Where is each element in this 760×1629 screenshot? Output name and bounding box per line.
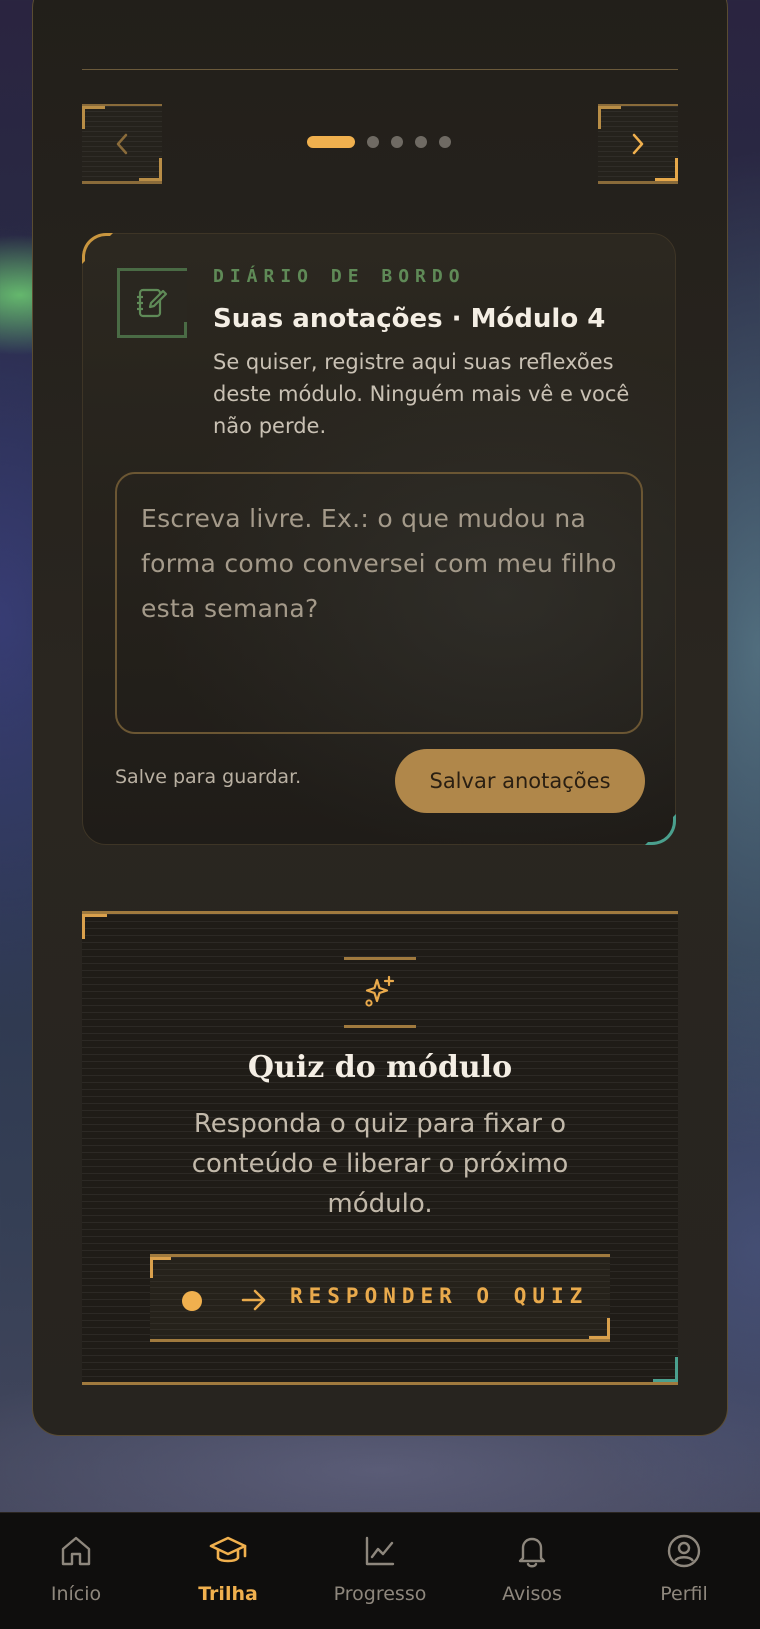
answer-quiz-button[interactable]: RESPONDER O QUIZ: [150, 1254, 610, 1342]
pagination-dot-active[interactable]: [307, 136, 355, 148]
chevron-left-icon: [82, 106, 162, 181]
sparkles-icon: [362, 974, 398, 1014]
carousel-prev-button[interactable]: [82, 104, 162, 184]
carousel-next-button[interactable]: [598, 104, 678, 184]
user-circle-icon: [666, 1531, 702, 1571]
bottom-navigation: Início Trilha Progresso Avisos Perfil: [0, 1512, 760, 1629]
quiz-card: Quiz do módulo Responda o quiz para fixa…: [82, 911, 678, 1385]
diary-card: DIÁRIO DE BORDO Suas anotações · Módulo …: [82, 233, 676, 845]
nav-item-progresso[interactable]: Progresso: [304, 1513, 456, 1629]
pagination-dot[interactable]: [391, 136, 403, 148]
chevron-right-icon: [598, 106, 678, 181]
pagination-dot[interactable]: [367, 136, 379, 148]
divider: [82, 69, 678, 70]
pagination-dot[interactable]: [439, 136, 451, 148]
carousel-pagination: [307, 136, 451, 148]
quiz-title: Quiz do módulo: [247, 1050, 513, 1085]
pagination-dot[interactable]: [415, 136, 427, 148]
diary-description: Se quiser, registre aqui suas reflexões …: [213, 350, 630, 438]
graduation-cap-icon: [209, 1531, 247, 1571]
nav-item-label: Trilha: [198, 1583, 258, 1605]
answer-quiz-label: RESPONDER O QUIZ: [290, 1284, 589, 1308]
divider: [344, 1025, 416, 1028]
save-hint: Salve para guardar.: [115, 766, 302, 788]
notebook-pen-icon: [117, 268, 187, 338]
divider: [344, 957, 416, 960]
notes-textarea[interactable]: Escreva livre. Ex.: o que mudou na forma…: [115, 472, 643, 734]
nav-item-trilha[interactable]: Trilha: [152, 1513, 304, 1629]
diary-eyebrow: DIÁRIO DE BORDO: [213, 266, 466, 287]
nav-item-label: Início: [50, 1583, 102, 1605]
diary-title: Suas anotações · Módulo 4: [213, 304, 606, 334]
nav-item-avisos[interactable]: Avisos: [456, 1513, 608, 1629]
chart-line-icon: [363, 1531, 397, 1571]
nav-item-label: Perfil: [660, 1583, 708, 1605]
bullet-dot-icon: [182, 1291, 202, 1311]
save-notes-button[interactable]: Salvar anotações: [395, 749, 645, 813]
nav-item-label: Progresso: [333, 1583, 427, 1605]
bell-icon: [515, 1531, 549, 1571]
arrow-right-icon: [240, 1287, 268, 1317]
nav-item-perfil[interactable]: Perfil: [608, 1513, 760, 1629]
nav-item-label: Avisos: [502, 1583, 562, 1605]
quiz-description: Responda o quiz para fixar o conteúdo e …: [191, 1109, 569, 1219]
nav-item-inicio[interactable]: Início: [0, 1513, 152, 1629]
home-icon: [59, 1531, 93, 1571]
